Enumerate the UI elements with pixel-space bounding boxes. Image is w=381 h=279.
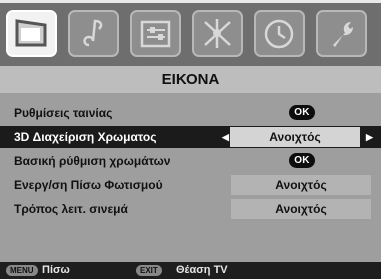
tab-preferences[interactable] xyxy=(316,10,367,57)
option-value: Ανοιχτός xyxy=(231,199,371,219)
picture-icon xyxy=(15,19,47,47)
back-hint: Πίσω xyxy=(42,264,70,276)
menu-key-icon[interactable]: MENU xyxy=(6,265,38,276)
left-arrow-icon[interactable]: ◀ xyxy=(222,132,229,143)
tab-sound[interactable] xyxy=(68,10,119,57)
menu-item-label: Τρόπος λειτ. σινεμά xyxy=(14,202,128,216)
ok-button[interactable]: OK xyxy=(289,105,315,120)
option-value: Ανοιχτός xyxy=(231,175,371,195)
watch-tv-hint: Θέαση TV xyxy=(176,264,228,276)
option-value: Ανοιχτός xyxy=(230,127,360,147)
exit-key-icon[interactable]: EXIT xyxy=(136,265,162,276)
menu-item-label: Βασική ρύθμιση χρωμάτων xyxy=(14,154,171,168)
tab-picture[interactable] xyxy=(6,10,57,57)
category-tab-bar xyxy=(0,3,381,66)
ok-button[interactable]: OK xyxy=(289,153,315,168)
network-icon xyxy=(204,19,231,48)
tab-connections[interactable] xyxy=(192,10,243,57)
tab-setup[interactable] xyxy=(130,10,181,57)
menu-item-label: Ρυθμίσεις ταινίας xyxy=(14,106,113,120)
footer-hint-bar: MENU Πίσω EXIT Θέαση TV xyxy=(0,262,381,279)
settings-menu-screen: { "menu": { "title": "ΕΙΚΟΝΑ", "items": … xyxy=(0,0,381,279)
menu-list: Ρυθμίσεις ταινίας OK 3D Διαχείριση Χρωμα… xyxy=(0,93,381,222)
menu-item-label: 3D Διαχείριση Χρωματος xyxy=(14,130,157,144)
menu-item-active-backlight[interactable]: Ενεργ/ση Πίσω Φωτισμού Ανοιχτός xyxy=(7,174,374,196)
music-note-icon xyxy=(83,19,103,47)
right-arrow-icon[interactable]: ▶ xyxy=(366,132,373,143)
menu-item-cinema-mode[interactable]: Τρόπος λειτ. σινεμά Ανοιχτός xyxy=(7,198,374,220)
menu-item-base-colour-adjustment[interactable]: Βασική ρύθμιση χρωμάτων OK xyxy=(7,150,374,172)
menu-item-label: Ενεργ/ση Πίσω Φωτισμού xyxy=(14,178,163,192)
menu-item-3d-colour-management[interactable]: 3D Διαχείριση Χρωματος ◀ Ανοιχτός ▶ xyxy=(0,126,381,148)
page-title: ΕΙΚΟΝΑ xyxy=(0,66,381,93)
tab-timer[interactable] xyxy=(254,10,305,57)
sliders-icon xyxy=(140,20,171,48)
menu-item-movie-settings[interactable]: Ρυθμίσεις ταινίας OK xyxy=(7,102,374,124)
clock-icon xyxy=(264,19,294,49)
wrench-icon xyxy=(333,22,353,47)
